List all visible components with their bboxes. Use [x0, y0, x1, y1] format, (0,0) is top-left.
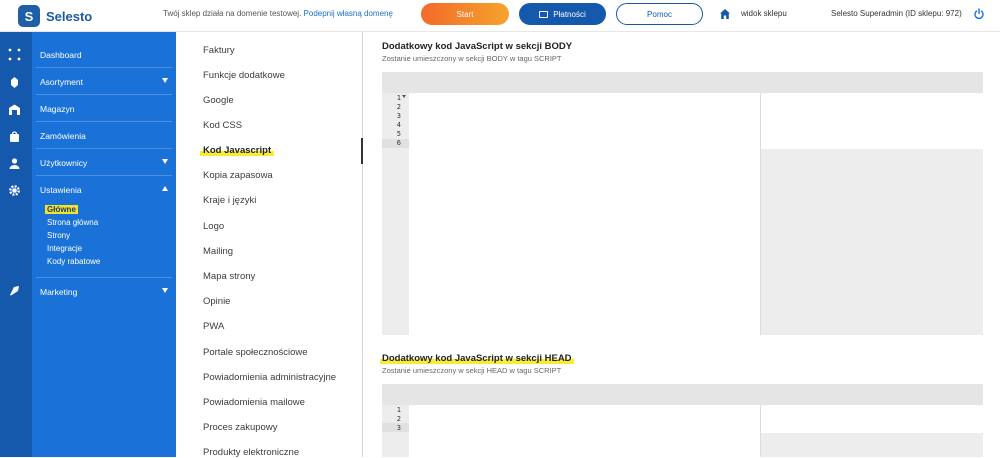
sidebar-item-label: Zamówienia [40, 131, 86, 141]
chevron-down-icon [162, 78, 168, 83]
body-section-subtitle: Zostanie umieszczony w sekcji BODY w tag… [382, 54, 562, 63]
sidebar-subitem-homepage[interactable]: Strona główna [47, 218, 98, 227]
code-text-area[interactable] [409, 93, 760, 335]
icon-bar [0, 32, 32, 457]
line-number: 3 [396, 112, 401, 120]
products-icon[interactable] [8, 76, 21, 89]
body-code-editor[interactable]: 1 2 3 4 5 6 [382, 72, 983, 335]
test-domain-notice: Twój sklep działa na domenie testowej. P… [163, 9, 393, 18]
payments-label: Płatności [553, 9, 586, 19]
settings-item-google[interactable]: Google [203, 95, 234, 106]
line-number: 3 [396, 424, 401, 432]
main-sidebar: Dashboard Asortyment Magazyn Zamówienia … [32, 32, 176, 457]
settings-item-backup[interactable]: Kopia zapasowa [203, 170, 273, 181]
settings-item-sitemap[interactable]: Mapa strony [203, 271, 255, 282]
chevron-down-icon [162, 288, 168, 293]
settings-item-javascript-code[interactable]: Kod Javascript [200, 145, 275, 156]
chevron-up-icon [162, 186, 168, 191]
settings-menu: Faktury Funkcje dodatkowe Google Kod CSS… [176, 32, 363, 458]
sidebar-item-label: Ustawienia [40, 185, 82, 195]
editor-toolbar [382, 384, 983, 405]
sidebar-item-label: Marketing [40, 287, 78, 297]
sidebar-item-dashboard[interactable]: Dashboard [36, 41, 172, 68]
payments-button[interactable]: Płatności [519, 3, 606, 25]
settings-item-css-code[interactable]: Kod CSS [203, 120, 242, 131]
logo-text: Selesto [46, 8, 93, 24]
settings-item-admin-notifications[interactable]: Powiadomienia administracyjne [203, 372, 336, 383]
line-number: 6 [396, 139, 401, 147]
top-bar: S Selesto Twój sklep działa na domenie t… [0, 0, 1000, 32]
sidebar-item-users[interactable]: Użytkownicy [36, 149, 172, 176]
home-icon[interactable] [719, 8, 731, 20]
help-button[interactable]: Pomoc [616, 3, 703, 25]
power-icon[interactable] [973, 8, 985, 20]
line-number: 2 [396, 415, 401, 423]
head-section-subtitle: Zostanie umieszczony w sekcji HEAD w tag… [382, 366, 562, 375]
sidebar-subitem-main[interactable]: Główne [45, 205, 78, 214]
settings-item-digital-products[interactable]: Produkty elektroniczne [203, 447, 299, 458]
head-section-title: Dodatkowy kod JavaScript w sekcji HEAD [380, 353, 574, 364]
selesto-logo-icon: S [18, 5, 40, 27]
chevron-down-icon [162, 159, 168, 164]
line-number: 4 [396, 121, 401, 129]
head-code-editor[interactable]: 1 2 3 [382, 384, 983, 457]
admin-account-label: Selesto Superadmin (ID sklepu: 972) [831, 9, 962, 18]
start-button[interactable]: Start [421, 3, 509, 25]
active-line-marker [382, 139, 409, 148]
dashboard-icon[interactable] [8, 48, 21, 61]
line-number-gutter: 1 2 3 [382, 405, 409, 457]
settings-gear-icon[interactable] [8, 184, 21, 197]
sidebar-subitem-integrations[interactable]: Integracje [47, 244, 82, 253]
sidebar-item-settings[interactable]: Ustawienia [36, 176, 172, 203]
orders-icon[interactable] [8, 130, 21, 143]
settings-item-checkout-process[interactable]: Proces zakupowy [203, 422, 277, 433]
editor-right-pane [761, 93, 983, 149]
marketing-icon[interactable] [8, 284, 21, 297]
sidebar-item-warehouse[interactable]: Magazyn [36, 95, 172, 122]
notice-text: Twój sklep działa na domenie testowej. [163, 9, 302, 18]
editor-toolbar [382, 72, 983, 93]
fold-arrow-icon[interactable] [402, 95, 406, 98]
logo[interactable]: S Selesto [18, 3, 92, 29]
wallet-icon [539, 10, 549, 18]
line-number: 1 [396, 94, 401, 102]
sidebar-item-orders[interactable]: Zamówienia [36, 122, 172, 149]
settings-item-extra-features[interactable]: Funkcje dodatkowe [203, 70, 285, 81]
sidebar-item-label: Magazyn [40, 104, 75, 114]
users-icon[interactable] [8, 157, 21, 170]
code-text-area[interactable] [409, 405, 760, 457]
store-view-link[interactable]: widok sklepu [741, 9, 787, 18]
line-number: 5 [396, 130, 401, 138]
editor-right-pane [761, 405, 983, 433]
main-content: Dodatkowy kod JavaScript w sekcji BODY Z… [363, 32, 1000, 457]
line-number: 2 [396, 103, 401, 111]
sidebar-item-label: Dashboard [40, 50, 82, 60]
sidebar-subitem-pages[interactable]: Strony [47, 231, 70, 240]
sidebar-item-marketing[interactable]: Marketing [36, 277, 172, 304]
settings-item-social-portals[interactable]: Portale społecznościowe [203, 347, 308, 358]
settings-item-logo[interactable]: Logo [203, 221, 224, 232]
body-section-title: Dodatkowy kod JavaScript w sekcji BODY [382, 41, 573, 52]
settings-item-mailing[interactable]: Mailing [203, 246, 233, 257]
settings-item-reviews[interactable]: Opinie [203, 296, 230, 307]
settings-item-countries-languages[interactable]: Kraje i języki [203, 195, 256, 206]
attach-domain-link[interactable]: Podepnij własną domenę [304, 9, 393, 18]
active-line-marker [382, 423, 409, 432]
warehouse-icon[interactable] [8, 103, 21, 116]
settings-item-email-notifications[interactable]: Powiadomienia mailowe [203, 397, 305, 408]
settings-item-invoices[interactable]: Faktury [203, 45, 235, 56]
sidebar-subitem-discount-codes[interactable]: Kody rabatowe [47, 257, 100, 266]
settings-item-pwa[interactable]: PWA [203, 321, 224, 332]
sidebar-item-label: Użytkownicy [40, 158, 88, 168]
sidebar-item-label: Asortyment [40, 77, 83, 87]
line-number: 1 [396, 406, 401, 414]
line-number-gutter: 1 2 3 4 5 6 [382, 93, 409, 335]
sidebar-item-products[interactable]: Asortyment [36, 68, 172, 95]
